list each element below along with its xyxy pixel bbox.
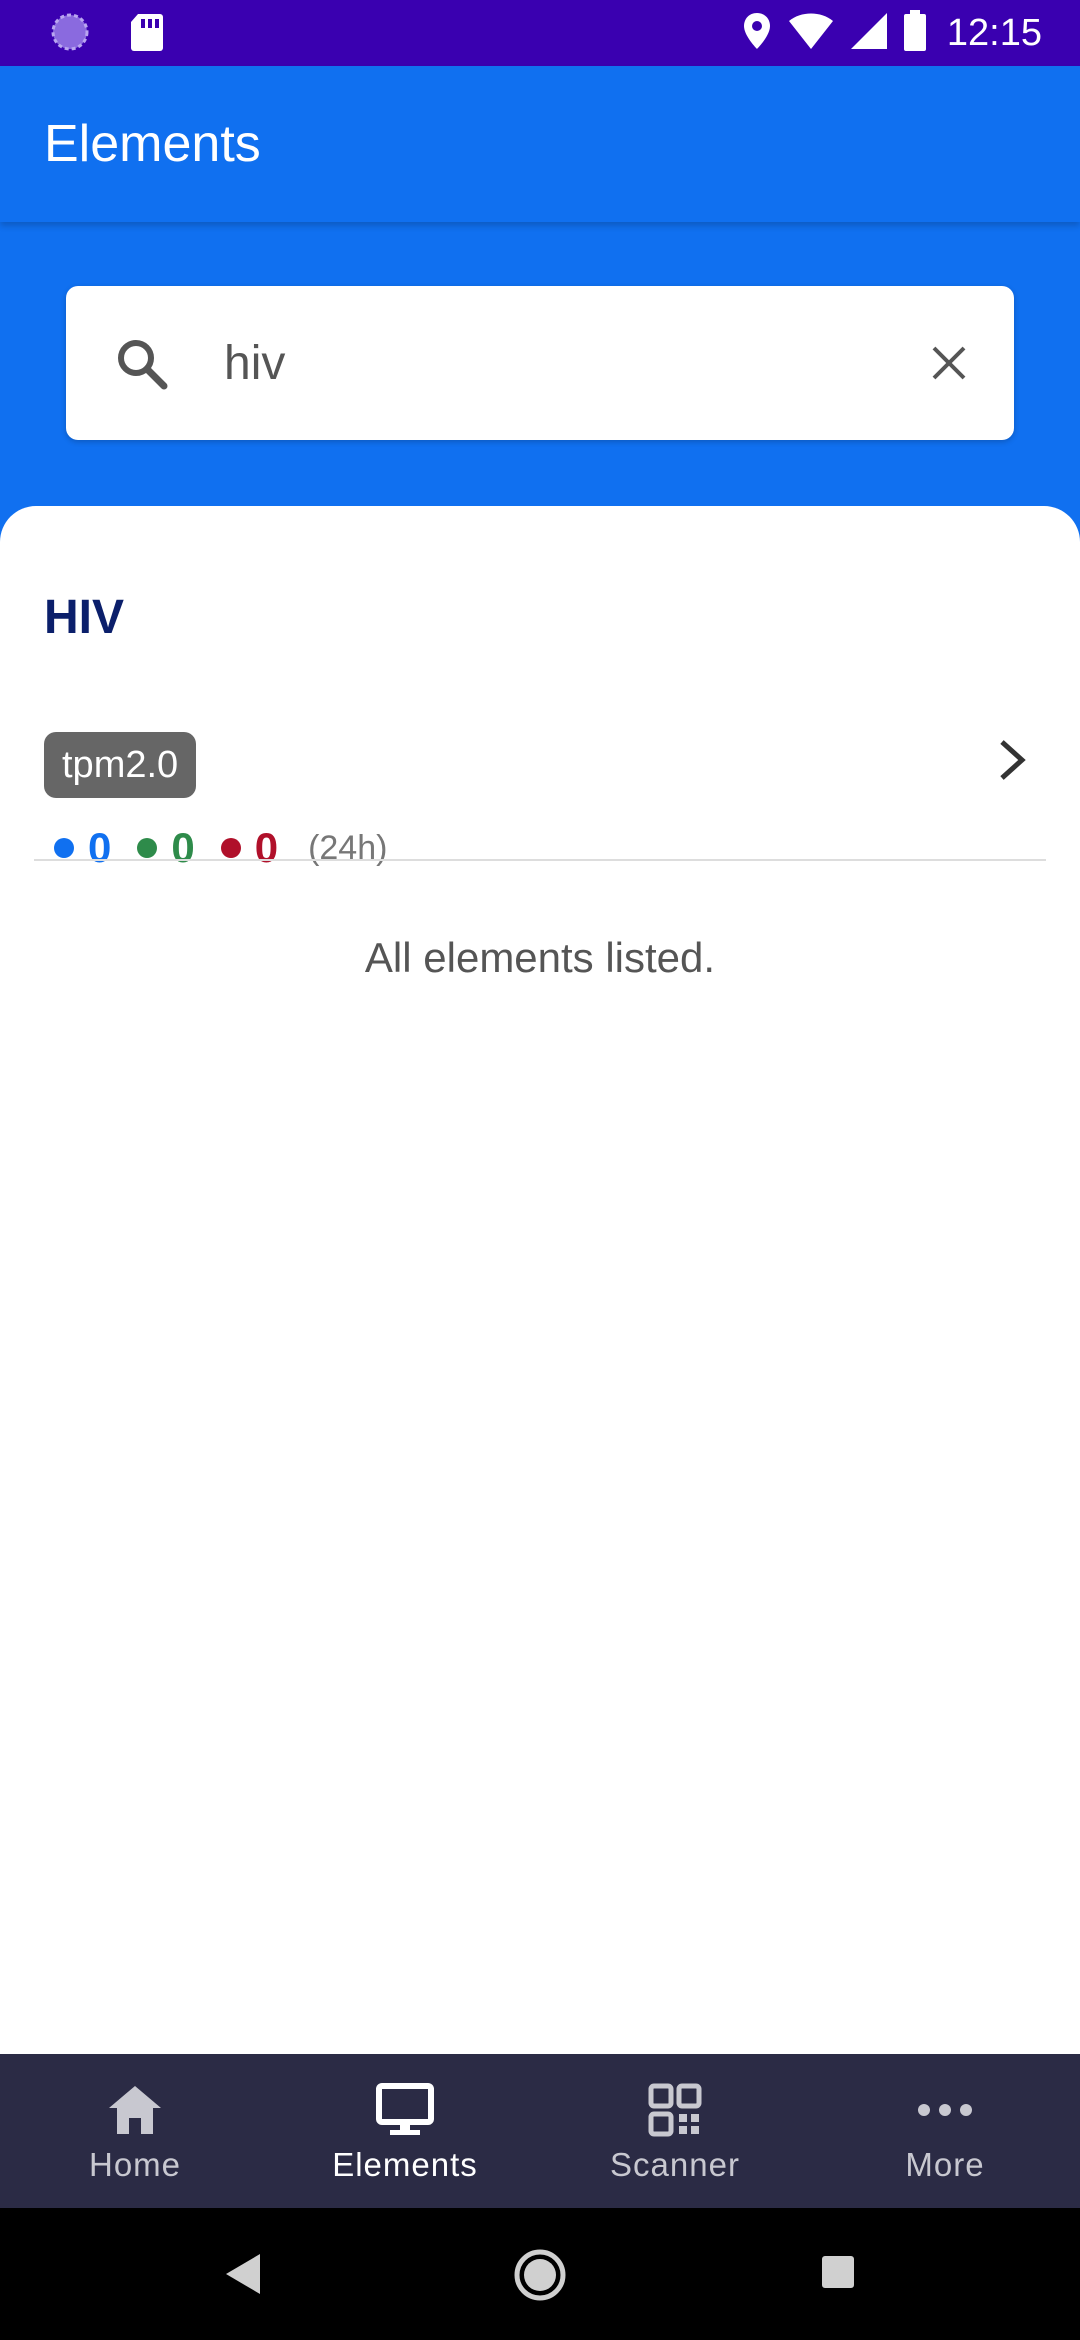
stat-red-value: 0 bbox=[254, 824, 279, 871]
search-icon bbox=[114, 336, 170, 392]
app-bar: Elements bbox=[0, 66, 1080, 222]
nav-item-elements[interactable]: Elements bbox=[270, 2054, 540, 2208]
search-bar[interactable] bbox=[66, 286, 1014, 440]
content-sheet: HIV tpm2.0 0 0 0 (24h) All elements list… bbox=[0, 506, 1080, 2054]
stat-blue-value: 0 bbox=[88, 824, 112, 871]
recents-icon[interactable] bbox=[820, 2254, 856, 2295]
back-icon[interactable] bbox=[222, 2252, 262, 2301]
stat-red: 0 bbox=[220, 824, 279, 872]
more-horizontal-icon bbox=[915, 2080, 975, 2140]
element-stats: 0 0 0 (24h) bbox=[54, 818, 387, 878]
nav-item-home[interactable]: Home bbox=[0, 2054, 270, 2208]
qr-code-icon bbox=[645, 2080, 705, 2140]
wifi-icon bbox=[787, 11, 835, 56]
status-bar: 12:15 bbox=[0, 0, 1080, 66]
tag-badge: tpm2.0 bbox=[44, 732, 197, 798]
nav-label-more: More bbox=[905, 2146, 985, 2183]
divider bbox=[34, 859, 1046, 861]
nav-item-more[interactable]: More bbox=[810, 2054, 1080, 2208]
nav-label-home: Home bbox=[88, 2146, 182, 2183]
search-input[interactable] bbox=[224, 322, 924, 404]
chevron-right-icon[interactable] bbox=[994, 736, 1030, 784]
location-icon bbox=[741, 11, 773, 56]
page-title: Elements bbox=[44, 115, 261, 173]
home-icon bbox=[105, 2080, 165, 2140]
green-dot-icon bbox=[137, 838, 158, 858]
stat-green-value: 0 bbox=[171, 824, 195, 871]
element-name: HIV bbox=[44, 591, 125, 644]
red-dot-icon bbox=[220, 838, 241, 858]
nav-label-elements: Elements bbox=[332, 2146, 478, 2183]
nav-label-scanner: Scanner bbox=[610, 2146, 740, 2183]
blue-dot-icon bbox=[54, 838, 74, 858]
stat-green: 0 bbox=[137, 824, 195, 872]
system-navigation-bar bbox=[0, 2208, 1080, 2340]
monitor-icon bbox=[375, 2080, 435, 2140]
bottom-navigation: Home Elements Scanner More bbox=[0, 2054, 1080, 2208]
battery-icon bbox=[903, 9, 927, 57]
home-circle-icon[interactable] bbox=[513, 2248, 567, 2307]
stat-period: (24h) bbox=[308, 828, 388, 867]
list-item[interactable]: HIV tpm2.0 0 0 0 (24h) bbox=[0, 566, 1080, 871]
close-icon[interactable] bbox=[928, 342, 970, 384]
sd-card-icon bbox=[130, 12, 164, 57]
nav-item-scanner[interactable]: Scanner bbox=[540, 2054, 810, 2208]
status-time: 12:15 bbox=[946, 12, 1042, 54]
list-end-message: All elements listed. bbox=[364, 934, 716, 981]
sync-icon bbox=[50, 12, 90, 57]
stat-blue: 0 bbox=[54, 824, 111, 872]
cell-signal-icon bbox=[849, 11, 889, 56]
